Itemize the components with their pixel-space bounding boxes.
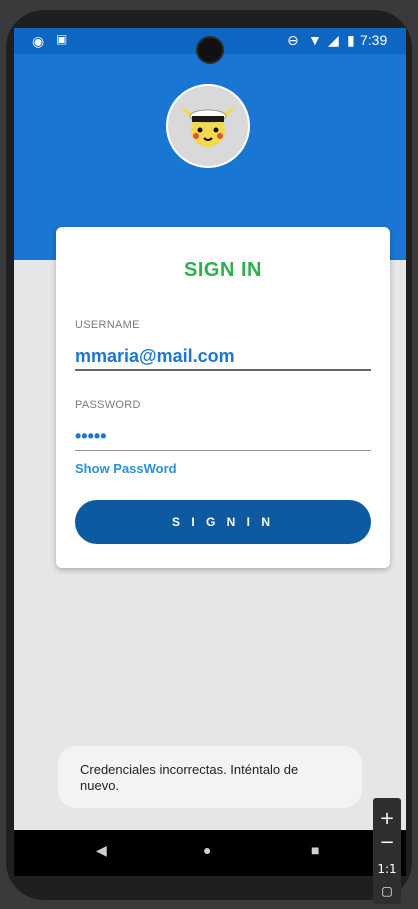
zoom-in-button[interactable]: +	[373, 808, 401, 829]
username-underline	[75, 369, 371, 371]
username-label: USERNAME	[75, 319, 140, 331]
signal-icon: ◢	[328, 32, 339, 48]
settings-icon: ◉	[32, 33, 45, 49]
device-frame: ◉ ▣ ⊖ ▼ ◢ ▮ 7:39 SIGN IN USERNAME mmaria…	[0, 0, 418, 909]
back-icon[interactable]: ◀	[96, 842, 107, 859]
zoom-out-button[interactable]: −	[373, 832, 401, 853]
overview-icon[interactable]: ■	[311, 842, 319, 858]
zoom-ratio-button[interactable]: 1:1	[373, 862, 401, 876]
page-title: SIGN IN	[184, 259, 262, 281]
battery-icon: ▮	[347, 32, 355, 48]
wifi-icon: ▼	[308, 32, 322, 48]
password-underline	[75, 450, 371, 451]
sign-in-button[interactable]: S I G N I N	[75, 500, 371, 544]
navigation-bar: ◀ ● ■	[14, 830, 406, 876]
username-value: mmaria@mail.com	[75, 345, 235, 366]
password-value: •••••	[75, 425, 107, 446]
username-input[interactable]: mmaria@mail.com	[75, 343, 371, 369]
toast-message: Credenciales incorrectas. Inténtalo de n…	[58, 746, 362, 808]
fit-screen-icon[interactable]: ▢	[373, 884, 401, 898]
dnd-icon: ⊖	[287, 32, 299, 48]
login-card: SIGN IN USERNAME mmaria@mail.com PASSWOR…	[56, 227, 390, 568]
status-time: 7:39	[360, 32, 388, 48]
home-icon[interactable]: ●	[203, 842, 211, 858]
password-label: PASSWORD	[75, 399, 141, 411]
front-camera	[196, 36, 224, 64]
toast-text: Credenciales incorrectas. Inténtalo de n…	[80, 762, 299, 793]
avatar	[166, 84, 250, 168]
show-password-link[interactable]: Show PassWord	[75, 461, 177, 476]
password-input[interactable]: •••••	[75, 423, 371, 449]
pikachu-avatar-icon	[180, 106, 236, 147]
emulator-zoom-controls: + − 1:1 ▢	[373, 798, 401, 904]
sd-card-icon: ▣	[56, 32, 68, 46]
